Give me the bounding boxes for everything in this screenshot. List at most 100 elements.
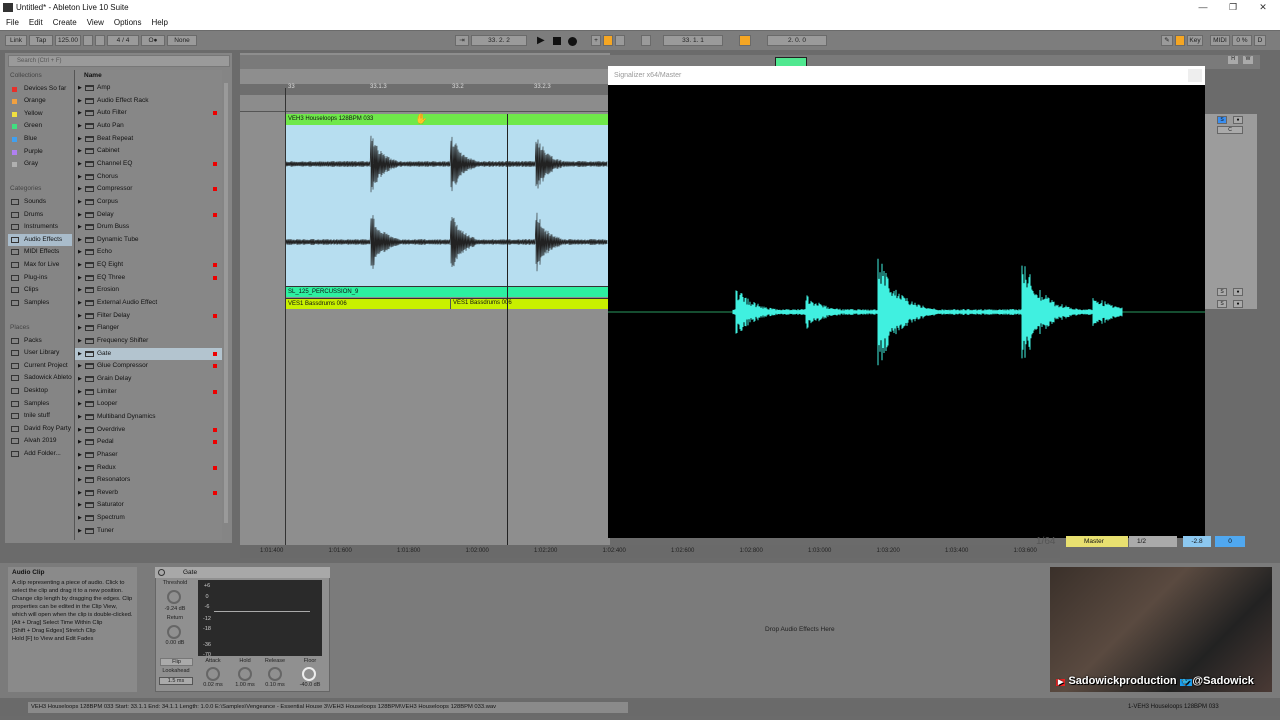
browser-item[interactable]: ▶ Amp <box>75 82 222 95</box>
expand-arrow-icon[interactable]: ▶ <box>78 499 82 512</box>
expand-arrow-icon[interactable]: ▶ <box>78 411 82 424</box>
expand-arrow-icon[interactable]: ▶ <box>78 120 82 133</box>
collection-orange[interactable]: Orange <box>8 95 72 107</box>
menu-help[interactable]: Help <box>151 18 167 27</box>
record-icon[interactable] <box>568 37 577 46</box>
expand-arrow-icon[interactable]: ▶ <box>78 474 82 487</box>
browser-item[interactable]: ▶ Dynamic Tube <box>75 234 222 247</box>
key-map-button[interactable]: Key <box>1187 35 1203 46</box>
expand-arrow-icon[interactable]: ▶ <box>78 360 82 373</box>
expand-arrow-icon[interactable]: ▶ <box>78 95 82 108</box>
browser-item[interactable]: ▶ Cabinet <box>75 145 222 158</box>
beat-ruler[interactable]: 33 33.1.3 33.2 33.2.3 <box>240 84 610 95</box>
expand-arrow-icon[interactable]: ▶ <box>78 348 82 361</box>
place-samples[interactable]: Samples <box>8 398 72 410</box>
arrangement-position-field[interactable]: 33. 2. 2 <box>471 35 527 46</box>
device-power-icon[interactable] <box>158 569 165 576</box>
expand-arrow-icon[interactable]: ▶ <box>78 183 82 196</box>
browser-item[interactable]: ▶ Erosion <box>75 284 222 297</box>
expand-arrow-icon[interactable]: ▶ <box>78 310 82 323</box>
expand-arrow-icon[interactable]: ▶ <box>78 487 82 500</box>
browser-item[interactable]: ▶ Echo <box>75 246 222 259</box>
maximize-button[interactable]: ❐ <box>1218 0 1248 15</box>
hold-knob[interactable] <box>238 667 252 681</box>
attack-knob[interactable] <box>206 667 220 681</box>
drop-effects-area[interactable]: Drop Audio Effects Here <box>765 626 835 633</box>
bassdrum-clip[interactable]: VES1 Bassdrums 006 <box>450 298 608 309</box>
browser-item[interactable]: ▶ Tuner <box>75 525 222 538</box>
place-tnile-stuff[interactable]: tnile stuff <box>8 410 72 422</box>
category-clips[interactable]: Clips <box>8 284 72 296</box>
browser-item[interactable]: ▶ Compressor <box>75 183 222 196</box>
browser-item[interactable]: ▶ Pedal <box>75 436 222 449</box>
collection-blue[interactable]: Blue <box>8 133 72 145</box>
draw-mode-button[interactable]: ✎ <box>1161 35 1173 46</box>
category-sounds[interactable]: Sounds <box>8 196 72 208</box>
expand-arrow-icon[interactable]: ▶ <box>78 462 82 475</box>
browser-item[interactable]: ▶ Frequency Shifter <box>75 335 222 348</box>
browser-item[interactable]: ▶ Phaser <box>75 449 222 462</box>
place-desktop[interactable]: Desktop <box>8 385 72 397</box>
overdub-button[interactable]: + <box>591 35 601 46</box>
category-plug-ins[interactable]: Plug-ins <box>8 272 72 284</box>
expand-arrow-icon[interactable]: ▶ <box>78 272 82 285</box>
browser-item[interactable]: ▶ Audio Effect Rack <box>75 95 222 108</box>
collection-gray[interactable]: Gray <box>8 158 72 170</box>
expand-arrow-icon[interactable]: ▶ <box>78 209 82 222</box>
place-sadowick-ableton[interactable]: Sadowick Ableton <box>8 372 72 384</box>
metronome-button[interactable]: O● <box>141 35 165 46</box>
master-routing-dropdown[interactable]: 1/2 <box>1129 536 1177 547</box>
arm-button[interactable]: ● <box>1233 116 1243 124</box>
time-ruler[interactable]: 1:01:400 1:01:600 1:01:800 1:02:000 1:02:200… <box>240 545 1060 558</box>
close-button[interactable]: ✕ <box>1248 0 1278 15</box>
loop-start-field[interactable]: 33. 1. 1 <box>663 35 723 46</box>
loop-switch[interactable] <box>739 35 751 46</box>
gate-title[interactable]: Gate <box>155 567 330 578</box>
category-samples[interactable]: Samples <box>8 297 72 309</box>
expand-arrow-icon[interactable]: ▶ <box>78 386 82 399</box>
nudge-down-button[interactable] <box>83 35 93 46</box>
expand-arrow-icon[interactable]: ▶ <box>78 436 82 449</box>
expand-arrow-icon[interactable]: ▶ <box>78 449 82 462</box>
expand-arrow-icon[interactable]: ▶ <box>78 398 82 411</box>
w-button[interactable]: W <box>1243 56 1253 64</box>
expand-arrow-icon[interactable]: ▶ <box>78 107 82 120</box>
back-to-arrangement-button[interactable] <box>615 35 625 46</box>
collection-yellow[interactable]: Yellow <box>8 108 72 120</box>
solo-button[interactable]: S <box>1217 116 1227 124</box>
computer-keyboard-button[interactable] <box>1175 35 1185 46</box>
browser-item[interactable]: ▶ Spectrum <box>75 512 222 525</box>
browser-item[interactable]: ▶ Auto Pan <box>75 120 222 133</box>
browser-item[interactable]: ▶ Grain Delay <box>75 373 222 386</box>
crossfade-button[interactable]: C <box>1217 126 1243 134</box>
expand-arrow-icon[interactable]: ▶ <box>78 234 82 247</box>
return-knob[interactable] <box>167 625 181 639</box>
expand-arrow-icon[interactable]: ▶ <box>78 196 82 209</box>
threshold-knob[interactable] <box>167 590 181 604</box>
automation-arm-button[interactable] <box>603 35 613 46</box>
browser-scrollbar[interactable] <box>224 83 228 523</box>
expand-arrow-icon[interactable]: ▶ <box>78 373 82 386</box>
browser-item[interactable]: ▶ Multiband Dynamics <box>75 411 222 424</box>
expand-arrow-icon[interactable]: ▶ <box>78 171 82 184</box>
category-audio-effects[interactable]: Audio Effects <box>8 234 72 246</box>
nudge-up-button[interactable] <box>95 35 105 46</box>
browser-item[interactable]: ▶ Limiter <box>75 386 222 399</box>
browser-item[interactable]: ▶ EQ Eight <box>75 259 222 272</box>
arm-button[interactable]: ● <box>1233 288 1243 296</box>
loop-length-field[interactable]: 2. 0. 0 <box>767 35 827 46</box>
collection-devices-so-far[interactable]: Devices So far <box>8 83 72 95</box>
collection-purple[interactable]: Purple <box>8 146 72 158</box>
time-signature-field[interactable]: 4 / 4 <box>107 35 139 46</box>
capture-button[interactable] <box>641 35 651 46</box>
midi-map-button[interactable]: MIDI <box>1210 35 1230 46</box>
browser-item[interactable]: ▶ EQ Three <box>75 272 222 285</box>
expand-arrow-icon[interactable]: ▶ <box>78 221 82 234</box>
place-packs[interactable]: Packs <box>8 335 72 347</box>
stop-icon[interactable] <box>553 37 561 45</box>
master-track-header[interactable]: Master <box>1066 536 1128 547</box>
category-drums[interactable]: Drums <box>8 209 72 221</box>
browser-item[interactable]: ▶ Auto Filter <box>75 107 222 120</box>
menu-file[interactable]: File <box>6 18 19 27</box>
place-alvah-2019[interactable]: Alvah 2019 <box>8 435 72 447</box>
